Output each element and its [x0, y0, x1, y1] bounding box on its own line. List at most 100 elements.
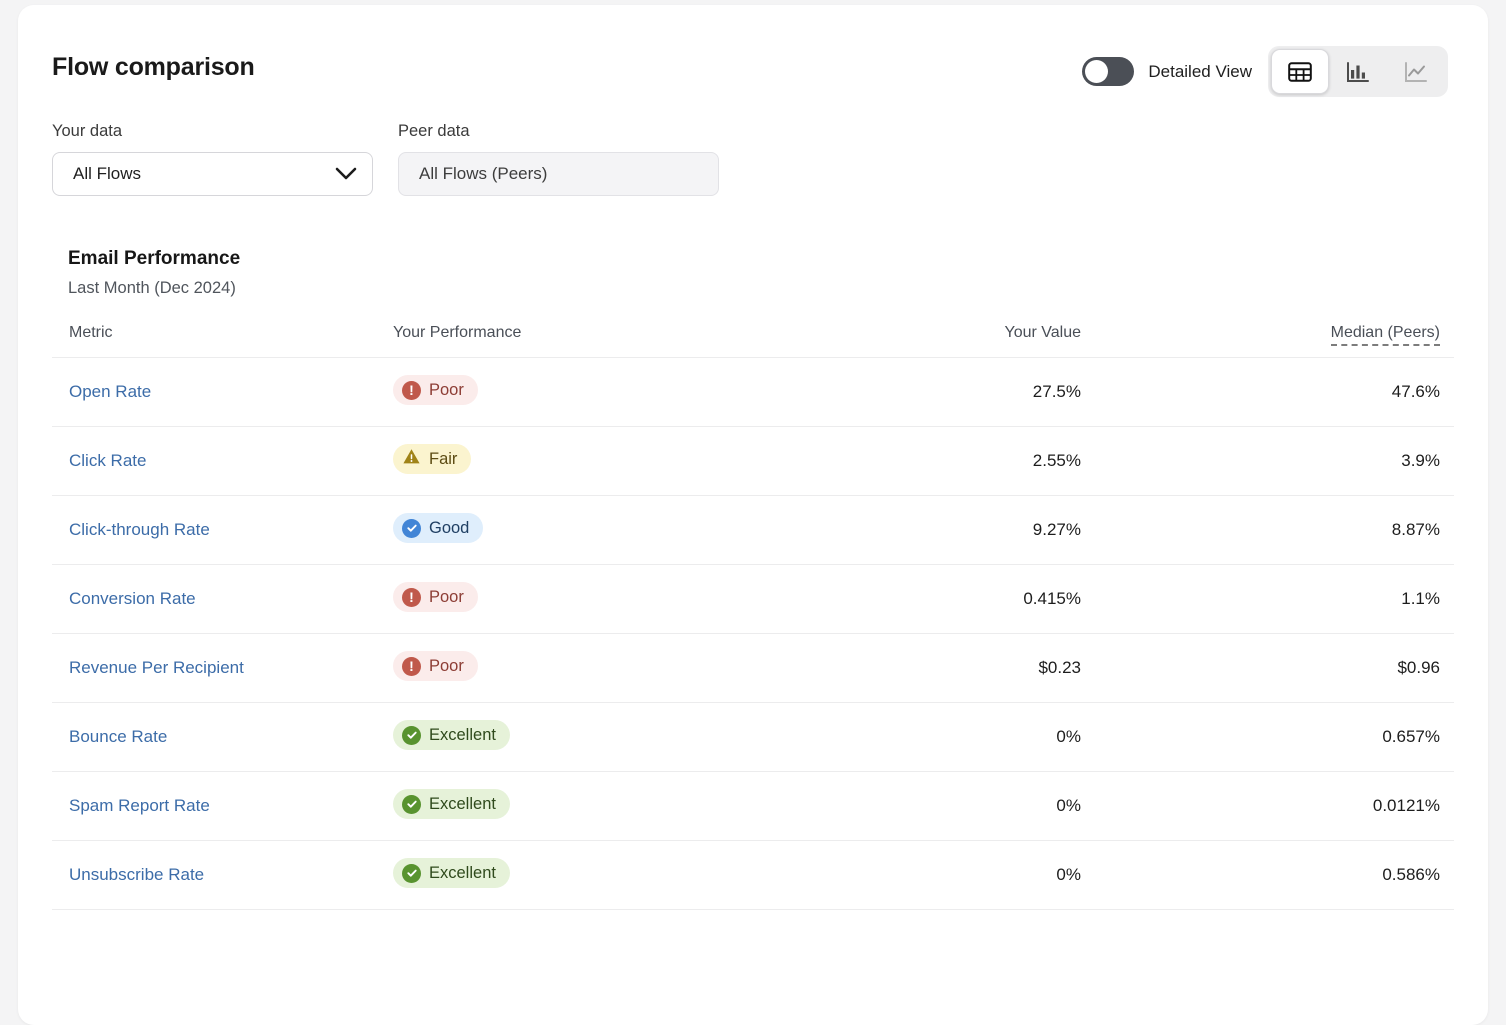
view-switcher	[1268, 46, 1448, 97]
metric-link[interactable]: Bounce Rate	[69, 727, 167, 746]
median-peers-text: $0.96	[1397, 658, 1440, 677]
your-value-cell: 2.55%	[722, 427, 1107, 496]
line-chart-icon	[1404, 61, 1428, 83]
median-peers-tooltip-label[interactable]: Median (Peers)	[1331, 324, 1440, 346]
median-peers-text: 0.586%	[1382, 865, 1440, 884]
status-badge: Good	[393, 513, 483, 543]
status-badge-label: Poor	[429, 588, 464, 607]
data-selectors: Your data All Flows Peer data All Flows …	[52, 105, 1454, 196]
your-data-select[interactable]: All Flows	[52, 152, 373, 196]
card-header: Flow comparison Detailed View	[18, 5, 1488, 105]
status-badge: Excellent	[393, 720, 510, 750]
median-peers-cell: 0.586%	[1107, 841, 1454, 910]
performance-cell: Excellent	[392, 703, 722, 772]
bar-chart-icon	[1346, 61, 1370, 83]
your-value-text: 0%	[1056, 796, 1081, 815]
median-peers-cell: 1.1%	[1107, 565, 1454, 634]
detailed-view-toggle[interactable]	[1082, 57, 1134, 86]
metric-link[interactable]: Unsubscribe Rate	[69, 865, 204, 884]
alert-circle-icon: !	[402, 588, 421, 607]
performance-cell: ! Poor	[392, 634, 722, 703]
detailed-view-toggle-group: Detailed View	[1082, 57, 1252, 86]
alert-circle-icon: !	[402, 657, 421, 676]
median-peers-text: 47.6%	[1392, 382, 1440, 401]
your-value-cell: 0.415%	[722, 565, 1107, 634]
metric-cell: Conversion Rate	[52, 565, 392, 634]
metric-link[interactable]: Conversion Rate	[69, 589, 196, 608]
chevron-down-icon	[334, 166, 358, 182]
status-badge-label: Poor	[429, 657, 464, 676]
your-value-text: 2.55%	[1033, 451, 1081, 470]
warning-triangle-icon	[402, 447, 421, 471]
alert-circle-icon: !	[402, 381, 421, 400]
section-title: Email Performance	[68, 248, 1454, 270]
check-circle-icon	[402, 726, 421, 745]
table-view-button[interactable]	[1271, 49, 1329, 94]
table-icon	[1288, 61, 1312, 83]
page-title: Flow comparison	[52, 53, 255, 82]
status-badge-label: Good	[429, 519, 469, 538]
median-peers-cell: 0.0121%	[1107, 772, 1454, 841]
median-peers-text: 0.657%	[1382, 727, 1440, 746]
check-circle-icon	[402, 864, 421, 883]
status-badge-label: Excellent	[429, 795, 496, 814]
bar-chart-view-button[interactable]	[1329, 49, 1387, 94]
status-badge: Excellent	[393, 858, 510, 888]
table-row: Conversion Rate! Poor 0.415%1.1%	[52, 565, 1454, 634]
status-badge: !Poor	[393, 375, 478, 405]
header-controls: Detailed View	[1082, 46, 1448, 97]
table-row: Bounce Rate Excellent 0% 0.657%	[52, 703, 1454, 772]
toggle-knob	[1085, 60, 1108, 83]
performance-cell: !Poor	[392, 358, 722, 427]
your-value-cell: 0%	[722, 703, 1107, 772]
your-value-text: 0%	[1056, 727, 1081, 746]
metric-cell: Spam Report Rate	[52, 772, 392, 841]
peer-data-input: All Flows (Peers)	[398, 152, 719, 196]
your-value-cell: $0.23	[722, 634, 1107, 703]
metric-link[interactable]: Spam Report Rate	[69, 796, 210, 815]
metric-link[interactable]: Click Rate	[69, 451, 146, 470]
your-data-value: All Flows	[73, 164, 334, 184]
metric-cell: Click Rate	[52, 427, 392, 496]
your-value-cell: 27.5%	[722, 358, 1107, 427]
your-value-text: 27.5%	[1033, 382, 1081, 401]
status-badge: Excellent	[393, 789, 510, 819]
email-performance-section-header: Email Performance Last Month (Dec 2024)	[52, 248, 1454, 298]
section-subtitle: Last Month (Dec 2024)	[68, 279, 1454, 298]
status-badge-label: Excellent	[429, 864, 496, 883]
median-peers-cell: $0.96	[1107, 634, 1454, 703]
metric-cell: Unsubscribe Rate	[52, 841, 392, 910]
median-peers-cell: 3.9%	[1107, 427, 1454, 496]
status-badge: Fair	[393, 444, 471, 474]
metric-cell: Open Rate	[52, 358, 392, 427]
status-badge: ! Poor	[393, 582, 478, 612]
performance-cell: Excellent	[392, 841, 722, 910]
performance-cell: Fair	[392, 427, 722, 496]
your-value-text: $0.23	[1038, 658, 1081, 677]
metric-link[interactable]: Open Rate	[69, 382, 151, 401]
median-peers-cell: 47.6%	[1107, 358, 1454, 427]
column-header-median-peers: Median (Peers)	[1107, 324, 1454, 358]
median-peers-cell: 8.87%	[1107, 496, 1454, 565]
median-peers-text: 3.9%	[1401, 451, 1440, 470]
your-value-cell: 9.27%	[722, 496, 1107, 565]
performance-cell: ! Poor	[392, 565, 722, 634]
median-peers-text: 0.0121%	[1373, 796, 1440, 815]
table-row: Click Rate Fair 2.55% 3.9%	[52, 427, 1454, 496]
table-row: Open Rate !Poor 27.5% 47.6%	[52, 358, 1454, 427]
metric-link[interactable]: Revenue Per Recipient	[69, 658, 244, 677]
your-data-field: Your data All Flows	[52, 122, 373, 196]
peer-data-value: All Flows (Peers)	[419, 164, 547, 184]
status-badge: ! Poor	[393, 651, 478, 681]
table-body: Open Rate!Poor27.5%47.6%Click RateFair2.…	[52, 358, 1454, 910]
metric-link[interactable]: Click-through Rate	[69, 520, 210, 539]
your-data-label: Your data	[52, 122, 373, 141]
metric-cell: Click-through Rate	[52, 496, 392, 565]
flow-comparison-card: Flow comparison Detailed View	[18, 5, 1488, 1025]
metric-cell: Bounce Rate	[52, 703, 392, 772]
line-chart-view-button[interactable]	[1387, 49, 1445, 94]
performance-cell: Excellent	[392, 772, 722, 841]
table-row: Spam Report Rate Excellent 0% 0.0121%	[52, 772, 1454, 841]
column-header-metric: Metric	[52, 324, 392, 358]
table-row: Revenue Per Recipient! Poor $0.23 $0.96	[52, 634, 1454, 703]
